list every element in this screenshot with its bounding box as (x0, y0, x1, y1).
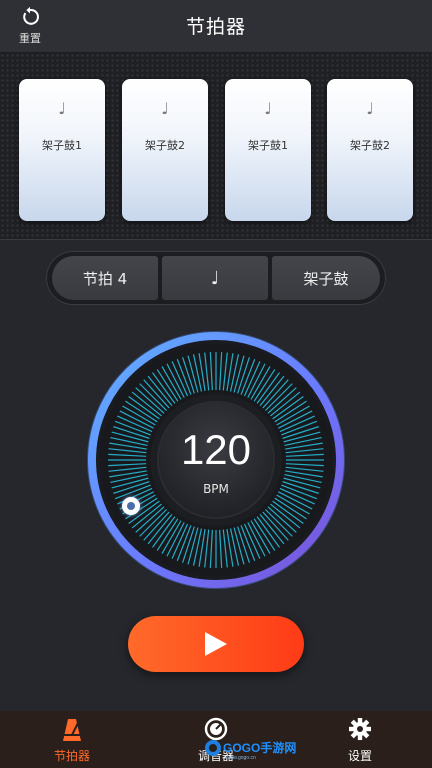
drum-pad-1[interactable]: ♩ 架子鼓1 (19, 79, 105, 221)
tab-label: 节拍器 (53, 749, 90, 763)
watermark-sub: www.gogo.cn (226, 755, 256, 761)
drum-pad-label: 架子鼓1 (248, 139, 288, 152)
note-icon: ♩ (366, 99, 374, 118)
tab-label: 设置 (347, 749, 372, 763)
note-value-selector[interactable]: ♩ (162, 256, 268, 300)
tab-metronome[interactable]: 节拍器 (0, 711, 144, 768)
page-title: 节拍器 (185, 16, 246, 38)
tempo-knob-handle[interactable] (122, 497, 140, 515)
beat-selector[interactable]: 节拍 4 (52, 256, 158, 300)
header: 重置 节拍器 (0, 0, 432, 53)
play-button[interactable] (128, 616, 304, 672)
note-icon: ♩ (264, 99, 272, 118)
watermark-logo: GOGO手游网 www.gogo.cn (205, 740, 296, 761)
bpm-value: 120 (180, 426, 252, 473)
tempo-dial[interactable]: 120 BPM (86, 330, 346, 590)
drum-pad-label: 架子鼓2 (350, 139, 390, 152)
drum-pad-4[interactable]: ♩ 架子鼓2 (327, 79, 413, 221)
note-icon: ♩ (58, 99, 66, 118)
metronome-icon (63, 719, 81, 741)
watermark-text: GOGO手游网 (223, 740, 296, 755)
tab-settings[interactable]: 设置 (288, 711, 432, 768)
settings-segmented-control: 节拍 4 ♩ 架子鼓 (46, 251, 386, 305)
play-icon (205, 632, 227, 656)
sound-selector[interactable]: 架子鼓 (272, 256, 380, 300)
drum-pad-label: 架子鼓1 (42, 139, 82, 152)
drum-pad-2[interactable]: ♩ 架子鼓2 (122, 79, 208, 221)
note-icon: ♩ (161, 99, 169, 118)
gear-icon (349, 718, 371, 740)
drum-pad-label: 架子鼓2 (145, 139, 185, 152)
bpm-unit: BPM (203, 482, 229, 496)
drum-pad-3[interactable]: ♩ 架子鼓1 (225, 79, 311, 221)
drum-pads-panel: ♩ 架子鼓1 ♩ 架子鼓2 ♩ 架子鼓1 ♩ 架子鼓2 (0, 53, 432, 240)
